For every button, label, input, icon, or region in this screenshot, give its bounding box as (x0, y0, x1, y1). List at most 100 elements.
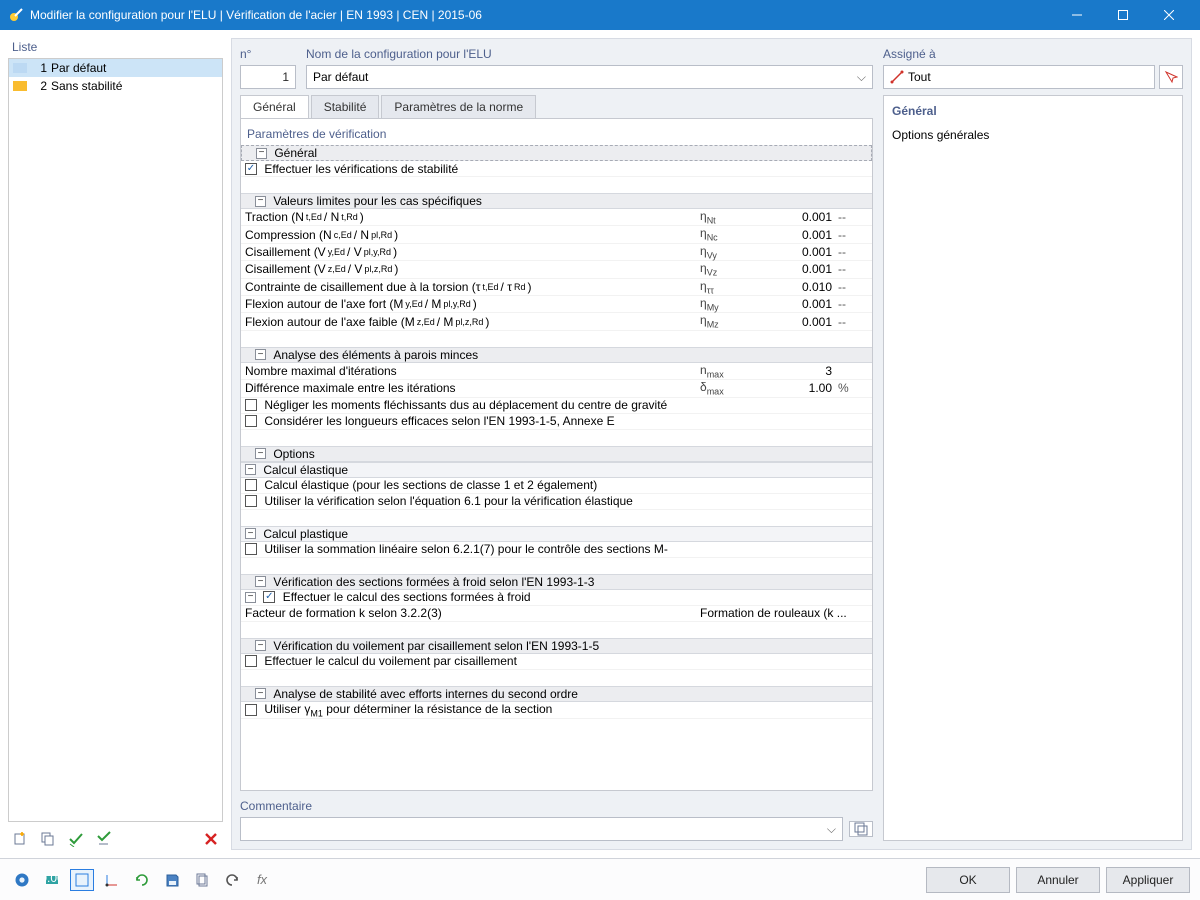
checkbox[interactable]: ✓ (263, 591, 275, 603)
expander-icon[interactable]: − (255, 349, 266, 360)
window-close-button[interactable] (1146, 0, 1192, 30)
nr-label: n° (240, 47, 296, 61)
cancel-button[interactable]: Annuler (1016, 867, 1100, 893)
tab-general[interactable]: Général (240, 95, 309, 118)
thin-neglect-moments: Négliger les moments fléchissants dus au… (264, 398, 667, 412)
tab-panel-general: Paramètres de vérification − Général ✓ E… (240, 118, 873, 791)
expander-icon[interactable]: − (255, 448, 266, 459)
shearb-perform: Effectuer le calcul du voilement par cis… (264, 654, 517, 668)
description-panel: Général Options générales (883, 95, 1183, 841)
thin-iter-val[interactable]: 3 (754, 364, 838, 378)
name-dropdown[interactable]: Par défaut ⌵ (306, 65, 873, 89)
group-plastic: Calcul plastique (263, 527, 348, 541)
limit-unit: -- (838, 315, 872, 329)
elastic-also-cl12: Calcul élastique (pour les sections de c… (264, 478, 597, 492)
window-maximize-button[interactable] (1100, 0, 1146, 30)
tab-code-params[interactable]: Paramètres de la norme (381, 95, 536, 118)
group-stab2: Analyse de stabilité avec efforts intern… (273, 687, 578, 701)
limit-unit: -- (838, 228, 872, 242)
save-button[interactable] (160, 869, 184, 891)
limit-value[interactable]: 0.001 (754, 228, 838, 242)
tab-stability[interactable]: Stabilité (311, 95, 380, 118)
list-item-num: 1 (31, 61, 47, 75)
checkbox[interactable] (245, 495, 257, 507)
functions-button[interactable]: fx (250, 869, 274, 891)
limit-sym: ηττ (700, 279, 754, 295)
nr-input[interactable]: 1 (240, 65, 296, 89)
group-limits: Valeurs limites pour les cas spécifiques (273, 194, 482, 208)
thin-iter-label: Nombre maximal d'itérations (245, 364, 397, 378)
delete-button[interactable] (199, 828, 223, 850)
checkbox[interactable] (245, 415, 257, 427)
view-mode-button[interactable] (70, 869, 94, 891)
plastic-linsum: Utiliser la sommation linéaire selon 6.2… (264, 542, 668, 556)
help-button[interactable] (10, 869, 34, 891)
checkbox[interactable] (245, 399, 257, 411)
limit-value[interactable]: 0.001 (754, 210, 838, 224)
limit-value[interactable]: 0.001 (754, 297, 838, 311)
limit-label: Cisaillement (Vy,Ed / Vpl,y,Rd) (241, 245, 700, 259)
comment-tool-button[interactable] (849, 821, 873, 837)
params-title: Paramètres de vérification (241, 125, 872, 145)
cold-kfactor-val[interactable]: Formation de rouleaux (k ... (700, 606, 872, 620)
description-body: Options générales (892, 128, 1174, 142)
expander-icon[interactable]: − (255, 688, 266, 699)
duplicate-button[interactable] (36, 828, 60, 850)
checkbox[interactable] (245, 655, 257, 667)
units-button[interactable]: 0.00 (40, 869, 64, 891)
limit-sym: ηMz (700, 313, 754, 329)
expander-icon[interactable]: − (255, 640, 266, 651)
list-heading: Liste (8, 38, 223, 58)
thin-diff-val[interactable]: 1.00 (754, 381, 838, 395)
limit-unit: -- (838, 210, 872, 224)
limit-unit: -- (838, 280, 872, 294)
expander-icon[interactable]: − (245, 528, 256, 539)
window-minimize-button[interactable] (1054, 0, 1100, 30)
ok-button[interactable]: OK (926, 867, 1010, 893)
limit-value[interactable]: 0.001 (754, 262, 838, 276)
checkbox[interactable] (245, 543, 257, 555)
comment-input[interactable]: ⌵ (240, 817, 843, 841)
group-options: Options (273, 447, 314, 461)
new-button[interactable] (8, 828, 32, 850)
checkbox[interactable] (245, 704, 257, 716)
limit-value[interactable]: 0.001 (754, 245, 838, 259)
pick-in-view-button[interactable] (1159, 65, 1183, 89)
color-swatch (13, 63, 27, 73)
expander-icon[interactable]: − (245, 464, 256, 475)
assign-select-icon (890, 70, 904, 84)
limit-unit: -- (838, 262, 872, 276)
config-list[interactable]: 1 Par défaut 2 Sans stabilité (8, 58, 223, 822)
app-icon (8, 7, 24, 23)
list-item[interactable]: 1 Par défaut (9, 59, 222, 77)
coords-button[interactable] (100, 869, 124, 891)
limit-value[interactable]: 0.010 (754, 280, 838, 294)
chevron-down-icon: ⌵ (827, 822, 836, 837)
expander-icon[interactable]: − (255, 196, 266, 207)
undo-button[interactable] (220, 869, 244, 891)
name-label: Nom de la configuration pour l'ELU (306, 47, 873, 61)
description-title: Général (892, 104, 1174, 118)
list-item[interactable]: 2 Sans stabilité (9, 77, 222, 95)
limit-label: Compression (Nc,Ed / Npl,Rd) (241, 228, 700, 242)
expander-icon[interactable]: − (245, 592, 256, 603)
uncheck-all-button[interactable] (92, 828, 116, 850)
limit-sym: ηNc (700, 226, 754, 242)
thin-diff-label: Différence maximale entre les itérations (245, 381, 456, 395)
refresh-button[interactable] (130, 869, 154, 891)
copy-button[interactable] (190, 869, 214, 891)
color-swatch (13, 81, 27, 91)
limit-value[interactable]: 0.001 (754, 315, 838, 329)
expander-icon[interactable]: − (256, 148, 267, 159)
limit-sym: ηVz (700, 261, 754, 277)
expander-icon[interactable]: − (255, 576, 266, 587)
limit-sym: ηNt (700, 209, 754, 225)
group-general: Général (274, 146, 317, 160)
check-all-button[interactable] (64, 828, 88, 850)
list-item-label: Sans stabilité (51, 79, 122, 93)
checkbox[interactable]: ✓ (245, 163, 257, 175)
assign-input[interactable]: Tout (883, 65, 1155, 89)
checkbox[interactable] (245, 479, 257, 491)
apply-button[interactable]: Appliquer (1106, 867, 1190, 893)
opt-stability-checks: Effectuer les vérifications de stabilité (264, 162, 458, 176)
